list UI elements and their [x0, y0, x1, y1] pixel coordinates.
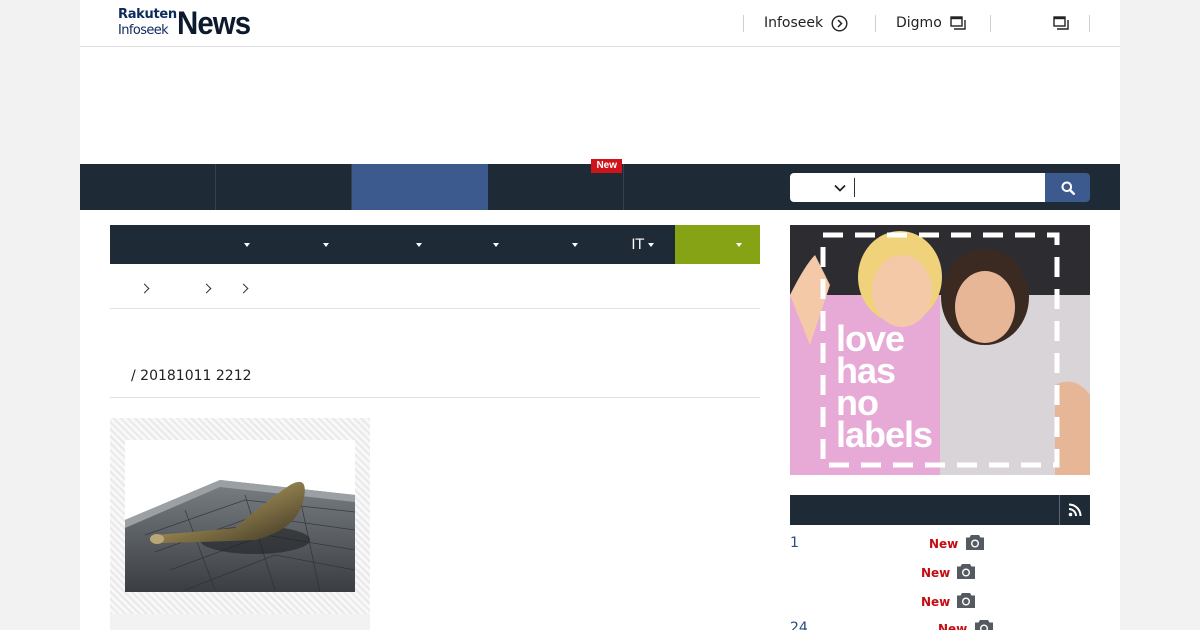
rss-icon	[1068, 503, 1082, 517]
caret-down-icon	[736, 242, 742, 247]
caret-down-icon	[648, 242, 654, 247]
category-item[interactable]	[499, 225, 578, 264]
article-photo[interactable]	[125, 440, 355, 592]
nav-tab[interactable]	[80, 164, 216, 210]
ranking-item[interactable]: 1 New	[790, 534, 1090, 556]
chevron-down-icon	[834, 184, 846, 192]
search-scope-select[interactable]	[790, 173, 854, 202]
ranking-number: 1	[790, 535, 799, 551]
nav-tab[interactable]	[216, 164, 352, 210]
logo-infoseek-text: Infoseek	[118, 23, 169, 38]
logo-news-wordmark: News	[177, 5, 251, 41]
ranking-number: 24	[790, 620, 808, 630]
new-badge: New	[591, 159, 622, 173]
ad-banner[interactable]: love has no labels	[790, 225, 1090, 475]
category-label: IT	[631, 236, 644, 253]
article-meta: / 20181011 2212	[110, 358, 760, 398]
external-window-icon	[950, 16, 966, 30]
digmo-link[interactable]: Digmo	[896, 12, 966, 34]
ranking-header	[790, 495, 1090, 525]
nav-tab[interactable]	[624, 164, 760, 210]
camera-icon	[956, 563, 976, 584]
header-separator	[743, 15, 744, 32]
header-separator	[1089, 15, 1090, 32]
new-label: New	[921, 595, 951, 609]
site-logo[interactable]: Rakuten Infoseek News	[118, 5, 258, 42]
ranking-item[interactable]: New	[790, 592, 1090, 614]
search-button[interactable]	[1045, 173, 1090, 202]
category-item[interactable]	[170, 225, 250, 264]
camera-icon	[956, 592, 976, 613]
category-item[interactable]	[250, 225, 329, 264]
photo-caption-bar	[110, 614, 370, 630]
new-label: New	[921, 566, 951, 580]
new-label: New	[929, 537, 959, 551]
article-photo-frame	[110, 418, 370, 614]
search-input[interactable]	[854, 178, 1039, 197]
infoseek-link[interactable]: Infoseek	[764, 12, 848, 34]
external-window-icon	[1053, 16, 1069, 30]
header-separator	[990, 15, 991, 32]
nav-tab-active[interactable]	[352, 164, 488, 210]
header-separator	[875, 15, 876, 32]
category-item[interactable]	[329, 225, 422, 264]
article-date: / 20181011 2212	[131, 368, 252, 384]
external-link[interactable]	[1053, 12, 1069, 34]
chevron-right-icon	[139, 283, 150, 294]
search-box	[790, 173, 1045, 202]
camera-icon	[974, 619, 994, 630]
digmo-link-label: Digmo	[896, 15, 942, 31]
breadcrumb	[110, 272, 760, 309]
chevron-right-icon	[201, 283, 212, 294]
search-icon	[1061, 181, 1075, 195]
ad-space	[80, 47, 1120, 164]
nav-tab-new[interactable]: New	[488, 159, 624, 210]
rss-button[interactable]	[1059, 495, 1090, 525]
camera-icon	[965, 534, 985, 555]
circle-arrow-right-icon	[831, 14, 848, 32]
main-nav: New	[80, 159, 1120, 210]
category-bar: IT	[110, 225, 760, 264]
chevron-right-icon	[238, 283, 249, 294]
page: Rakuten Infoseek News Infoseek Digmo New…	[80, 0, 1120, 630]
category-item[interactable]	[422, 225, 499, 264]
banner-line: labels	[836, 414, 933, 455]
ranking-item[interactable]: 24 New	[790, 619, 1090, 630]
ranking-item[interactable]: New	[790, 563, 1090, 585]
logo-rakuten-text: Rakuten	[118, 7, 177, 22]
category-item-active[interactable]	[675, 225, 760, 264]
site-header: Rakuten Infoseek News Infoseek Digmo	[80, 0, 1120, 47]
category-item-it[interactable]: IT	[578, 225, 654, 264]
new-label: New	[938, 622, 968, 630]
banner-text: love has no labels	[836, 321, 933, 455]
infoseek-link-label: Infoseek	[764, 15, 824, 31]
